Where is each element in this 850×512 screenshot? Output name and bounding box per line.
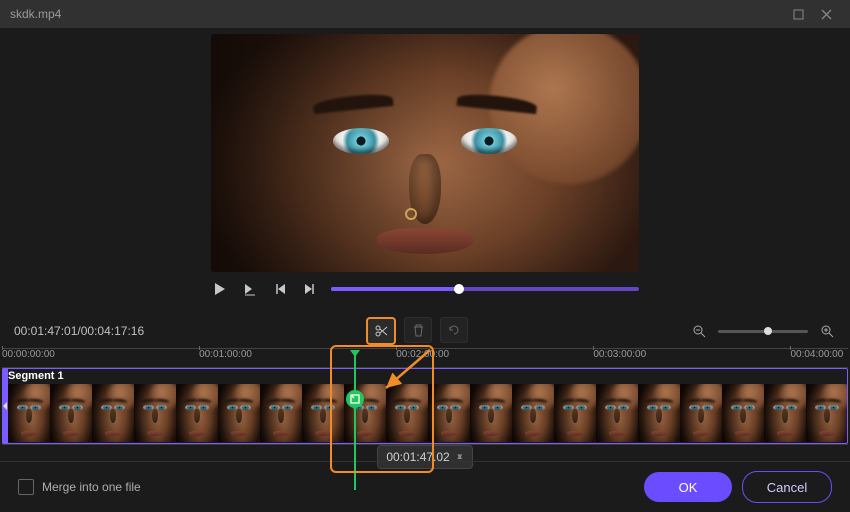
zoom-slider[interactable] <box>718 330 808 333</box>
timeline-thumbnail[interactable] <box>554 384 596 442</box>
delete-button[interactable] <box>404 317 432 343</box>
undo-button[interactable] <box>440 317 468 343</box>
playhead[interactable] <box>354 350 356 490</box>
window-close-button[interactable] <box>812 4 840 24</box>
prev-frame-button[interactable] <box>271 280 289 298</box>
toolbar-row: 00:01:47:01/00:04:17:16 <box>0 314 850 348</box>
window-title: skdk.mp4 <box>10 7 61 21</box>
zoom-in-button[interactable] <box>818 322 836 340</box>
timeline-thumbnail[interactable] <box>470 384 512 442</box>
cut-button[interactable] <box>366 317 396 345</box>
timeline-thumbnail[interactable] <box>260 384 302 442</box>
timeline-thumbnail[interactable] <box>596 384 638 442</box>
preview-area <box>0 28 850 314</box>
timeline-thumbnail[interactable] <box>764 384 806 442</box>
playback-slider[interactable] <box>331 287 639 291</box>
timeline-thumbnail[interactable] <box>50 384 92 442</box>
playhead-head-icon <box>350 350 360 357</box>
timeline-thumbnail[interactable] <box>218 384 260 442</box>
timeline-thumbnail[interactable] <box>638 384 680 442</box>
window-maximize-button[interactable] <box>784 4 812 24</box>
ruler-tick: 00:00:00:00 <box>2 349 55 360</box>
timeline-thumbnail[interactable] <box>134 384 176 442</box>
footer: Merge into one file OK Cancel <box>0 461 850 512</box>
timeline-thumbnail[interactable] <box>806 384 848 442</box>
ruler-tick: 00:04:00:00 <box>790 349 843 360</box>
timeline-thumbnail[interactable] <box>176 384 218 442</box>
segment-label: Segment 1 <box>8 370 64 382</box>
timeline-thumbnail[interactable] <box>302 384 344 442</box>
zoom-out-icon <box>692 324 706 338</box>
next-frame-button[interactable] <box>301 280 319 298</box>
trash-icon <box>412 324 425 337</box>
cancel-button[interactable]: Cancel <box>742 471 832 503</box>
timeline-thumbnail[interactable] <box>722 384 764 442</box>
ruler-tick: 00:03:00:00 <box>593 349 646 360</box>
timeline-thumbnail[interactable] <box>8 384 50 442</box>
zoom-in-icon <box>820 324 834 338</box>
timeline-thumbnail[interactable] <box>92 384 134 442</box>
arrow-annotation-icon <box>378 346 438 396</box>
video-preview[interactable] <box>211 34 639 272</box>
timeline-thumbnail[interactable] <box>680 384 722 442</box>
undo-icon <box>447 323 461 337</box>
scissors-icon <box>374 324 388 338</box>
ruler-tick: 00:01:00:00 <box>199 349 252 360</box>
play-button[interactable] <box>211 280 229 298</box>
timeline-thumbnail[interactable] <box>512 384 554 442</box>
playhead-marker-icon[interactable] <box>346 390 364 408</box>
play-segment-button[interactable] <box>241 280 259 298</box>
merge-checkbox[interactable] <box>18 479 34 495</box>
merge-label: Merge into one file <box>42 480 141 494</box>
ok-button[interactable]: OK <box>644 472 732 502</box>
playback-controls <box>211 274 639 304</box>
zoom-out-button[interactable] <box>690 322 708 340</box>
timecode-display: 00:01:47:01/00:04:17:16 <box>14 324 144 338</box>
titlebar: skdk.mp4 <box>0 0 850 28</box>
